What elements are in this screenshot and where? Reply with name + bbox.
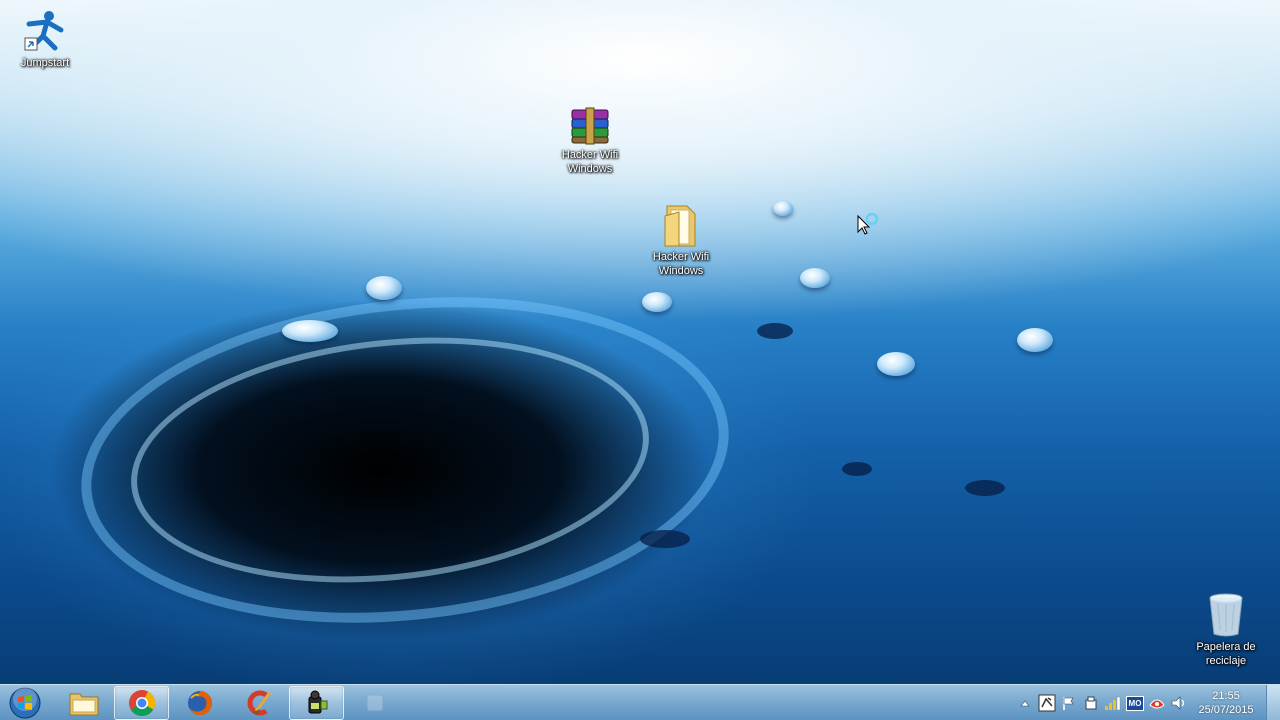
water-drop: [642, 292, 672, 312]
taskbar-chrome-button[interactable]: [114, 686, 169, 720]
recycle-bin-icon: [1209, 593, 1243, 637]
start-button[interactable]: [3, 685, 47, 720]
water-shadow: [757, 323, 793, 339]
busy-arrow-cursor: [857, 212, 879, 235]
security-icon[interactable]: [1146, 692, 1168, 714]
clock[interactable]: 21:55 25/07/2015: [1190, 689, 1262, 717]
windows-start-orb-icon: [9, 687, 41, 719]
taskbar-firefox-button[interactable]: [172, 686, 227, 720]
mo-badge-icon[interactable]: MO: [1124, 692, 1146, 714]
network-tool-icon[interactable]: [1036, 692, 1058, 714]
show-desktop-button[interactable]: [1266, 685, 1280, 720]
desktop-wallpaper[interactable]: Jumpstart Hacker Wifi Windows Hacker Wif…: [0, 0, 1280, 684]
video-recorder-icon: [308, 690, 327, 714]
water-shadow: [965, 480, 1005, 496]
taskbar-loading-app-button[interactable]: [347, 686, 402, 720]
taskbar-ccleaner-button[interactable]: [231, 686, 286, 720]
desktop-icon-label: Papelera de reciclaje: [1196, 641, 1256, 667]
clock-date: 25/07/2015: [1198, 704, 1254, 716]
desktop-icon-hacker-wifi-folder[interactable]: Hacker Wifi Windows: [642, 202, 720, 278]
loading-app-icon: [366, 694, 383, 712]
desktop-icon-hacker-wifi-archive[interactable]: Hacker Wifi Windows: [551, 106, 629, 176]
folder-icon: [664, 205, 696, 247]
show-hidden-icons-icon[interactable]: [1014, 692, 1036, 714]
water-drop: [1017, 328, 1053, 352]
water-drop: [282, 320, 338, 342]
desktop-icon-label: Jumpstart: [20, 57, 70, 69]
action-center-flag-icon[interactable]: [1058, 692, 1080, 714]
water-drop: [773, 201, 793, 216]
volume-icon[interactable]: [1168, 692, 1190, 714]
desktop-icon-label: Hacker Wifi Windows: [561, 149, 619, 175]
water-drop: [877, 352, 915, 376]
jumpstart-icon: [24, 11, 64, 51]
usb-device-icon[interactable]: [1080, 692, 1102, 714]
firefox-icon: [187, 691, 212, 715]
taskbar-explorer-button[interactable]: [56, 686, 111, 720]
water-shadow: [640, 530, 690, 548]
clock-time: 21:55: [1212, 690, 1240, 702]
desktop-icon-jumpstart[interactable]: Jumpstart: [6, 8, 84, 70]
system-tray: MO 21:55 25/07/2015: [1014, 685, 1262, 720]
ccleaner-icon: [247, 690, 271, 716]
taskbar: MO 21:55 25/07/2015: [0, 684, 1280, 720]
water-drop: [800, 268, 830, 288]
desktop-icon-label: Hacker Wifi Windows: [652, 251, 710, 277]
chrome-icon: [128, 690, 155, 717]
taskbar-camtasia-button[interactable]: [289, 686, 344, 720]
water-shadow: [842, 462, 872, 476]
water-drop: [366, 276, 402, 300]
file-explorer-icon: [69, 693, 98, 716]
mo-badge-label: MO: [1125, 695, 1145, 711]
winrar-archive-icon: [571, 107, 609, 145]
signal-bars-icon[interactable]: [1102, 692, 1124, 714]
desktop-icon-recycle-bin[interactable]: Papelera de reciclaje: [1187, 592, 1265, 668]
